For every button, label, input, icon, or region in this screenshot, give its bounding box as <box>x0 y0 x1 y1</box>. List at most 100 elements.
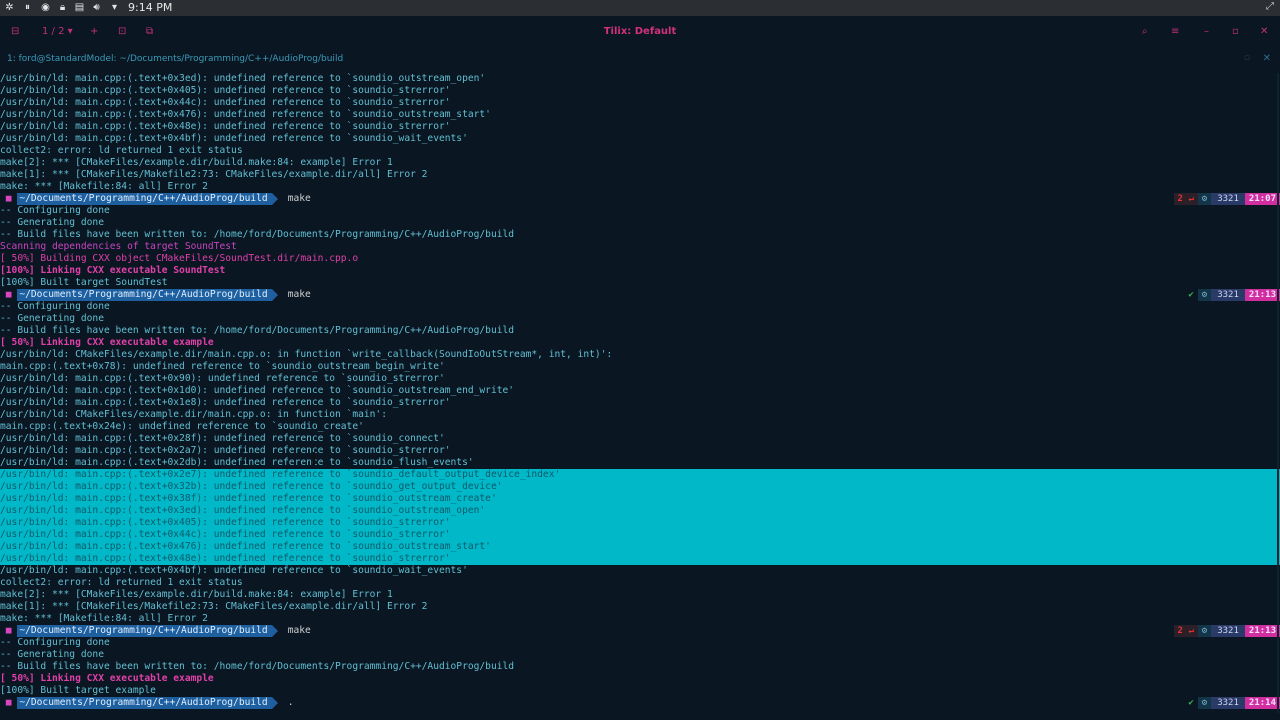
prompt-arrow-icon <box>271 697 278 709</box>
output-line: [ 50%] Building CXX object CMakeFiles/So… <box>0 253 359 264</box>
clock[interactable]: 9:14 PM <box>128 1 172 14</box>
gear-icon: ⚙ <box>1197 625 1212 637</box>
exit-status-ok: ✔ <box>1188 698 1194 708</box>
mouse-cursor <box>313 452 315 466</box>
prompt-user-icon: ■ <box>0 625 18 636</box>
selected-output-line: /usr/bin/ld: main.cpp:(.text+0x476): und… <box>0 541 1280 553</box>
prompt-time: 21:13 <box>1244 289 1280 301</box>
output-line: /usr/bin/ld: main.cpp:(.text+0x405): und… <box>0 85 451 96</box>
discord-icon[interactable]: ◉ <box>40 2 51 13</box>
prompt-user-icon: ■ <box>0 289 18 300</box>
terminal-output[interactable]: /usr/bin/ld: main.cpp:(.text+0x3ed): und… <box>0 73 1280 709</box>
exit-status-ok: ✔ <box>1188 290 1194 300</box>
right-prompt: 2 ↵ ⚙ 3321 21:13 <box>1173 625 1280 637</box>
gear-icon: ⚙ <box>1197 289 1212 301</box>
hamburger-icon[interactable]: ≡ <box>1171 26 1179 37</box>
selected-output-line: /usr/bin/ld: main.cpp:(.text+0x32b): und… <box>0 481 1280 493</box>
volume-icon[interactable]: 🔊︎ <box>91 2 102 13</box>
output-line: make[2]: *** [CMakeFiles/example.dir/bui… <box>0 157 393 168</box>
prompt-time: 21:14 <box>1244 697 1280 709</box>
gear-icon: ⚙ <box>1197 697 1212 709</box>
right-prompt: 2 ↵ ⚙ 3321 21:07 <box>1173 193 1280 205</box>
right-prompt: ✔ ⚙ 3321 21:13 <box>1184 289 1280 301</box>
output-line: main.cpp:(.text+0x78): undefined referen… <box>0 361 445 372</box>
output-line: /usr/bin/ld: main.cpp:(.text+0x1d0): und… <box>0 385 515 396</box>
prompt-arrow-icon <box>271 289 278 301</box>
output-line: -- Configuring done <box>0 301 110 312</box>
output-line: /usr/bin/ld: CMakeFiles/example.dir/main… <box>0 409 387 420</box>
output-line: -- Generating done <box>0 649 104 660</box>
output-line: /usr/bin/ld: main.cpp:(.text+0x1e8): und… <box>0 397 451 408</box>
output-line: [100%] Linking CXX executable SoundTest <box>0 265 226 276</box>
output-line: -- Generating done <box>0 217 104 228</box>
output-line: /usr/bin/ld: main.cpp:(.text+0x4bf): und… <box>0 565 468 576</box>
prompt-command: . <box>287 697 294 708</box>
output-line: /usr/bin/ld: main.cpp:(.text+0x48e): und… <box>0 121 451 132</box>
output-line: make[1]: *** [CMakeFiles/Makefile2:73: C… <box>0 169 428 180</box>
menu-icon[interactable]: ✲ <box>4 2 15 13</box>
close-icon[interactable]: ✕ <box>1260 26 1268 37</box>
prompt-path: ~/Documents/Programming/C++/AudioProg/bu… <box>17 193 272 205</box>
output-line: [100%] Built target SoundTest <box>0 277 168 288</box>
prompt-line: ■ ~/Documents/Programming/C++/AudioProg/… <box>0 697 1280 709</box>
output-line: /usr/bin/ld: main.cpp:(.text+0x44c): und… <box>0 97 451 108</box>
output-line: /usr/bin/ld: main.cpp:(.text+0x90): unde… <box>0 373 445 384</box>
selected-output-line: /usr/bin/ld: main.cpp:(.text+0x2e7): und… <box>0 469 1280 481</box>
selected-output-line: /usr/bin/ld: main.cpp:(.text+0x405): und… <box>0 517 1280 529</box>
prompt-arrow-icon <box>271 193 278 205</box>
selected-output-line: /usr/bin/ld: main.cpp:(.text+0x44c): und… <box>0 529 1280 541</box>
output-line: [100%] Built target example <box>0 685 156 696</box>
prompt-command: make <box>287 625 311 636</box>
maximize-icon[interactable]: ▫ <box>1232 26 1239 37</box>
tilix-titlebar: ⊟ 1 / 2 ▾ + ⊡ ⧉ Tilix: Default ⌕ ≡ – ▫ ✕ <box>0 16 1280 48</box>
session-title[interactable]: 1: ford@StandardModel: ~/Documents/Progr… <box>7 54 343 64</box>
output-line: -- Build files have been written to: /ho… <box>0 661 515 672</box>
selected-output-line: /usr/bin/ld: main.cpp:(.text+0x3ed): und… <box>0 505 1280 517</box>
lock-icon[interactable]: 🔒︎ <box>57 2 68 13</box>
terminal-session-bar: 1: ford@StandardModel: ~/Documents/Progr… <box>0 52 1280 68</box>
output-line: collect2: error: ld returned 1 exit stat… <box>0 145 243 156</box>
prompt-command: make <box>287 289 311 300</box>
gear-icon: ⚙ <box>1197 193 1212 205</box>
pause-icon[interactable]: ⏸ <box>22 2 33 13</box>
output-line: make[1]: *** [CMakeFiles/Makefile2:73: C… <box>0 601 428 612</box>
output-line: make: *** [Makefile:84: all] Error 2 <box>0 181 208 192</box>
terminal-scrollbar[interactable] <box>1277 73 1279 713</box>
window-title: Tilix: Default <box>603 26 677 37</box>
output-line: make[2]: *** [CMakeFiles/example.dir/bui… <box>0 589 393 600</box>
output-line: -- Generating done <box>0 313 104 324</box>
minimize-icon[interactable]: – <box>1204 26 1209 37</box>
output-line: -- Build files have been written to: /ho… <box>0 229 515 240</box>
exit-status-error: 2 ↵ <box>1173 625 1198 637</box>
output-line: /usr/bin/ld: main.cpp:(.text+0x2a7): und… <box>0 445 451 456</box>
prompt-time: 21:07 <box>1244 193 1280 205</box>
output-line: [ 50%] Linking CXX executable example <box>0 673 214 684</box>
prompt-line: ■ ~/Documents/Programming/C++/AudioProg/… <box>0 193 1280 205</box>
output-line: /usr/bin/ld: main.cpp:(.text+0x476): und… <box>0 109 491 120</box>
prompt-path: ~/Documents/Programming/C++/AudioProg/bu… <box>17 289 272 301</box>
prompt-path: ~/Documents/Programming/C++/AudioProg/bu… <box>17 625 272 637</box>
prompt-user-icon: ■ <box>0 697 18 708</box>
output-line: -- Configuring done <box>0 637 110 648</box>
session-close-icon[interactable]: ✕ <box>1263 53 1271 64</box>
expand-icon[interactable]: ⤢ <box>1266 1 1274 12</box>
clipboard-icon[interactable]: ▤ <box>74 2 85 13</box>
history-number: 3321 <box>1211 289 1245 301</box>
selected-output-line: /usr/bin/ld: main.cpp:(.text+0x38f): und… <box>0 493 1280 505</box>
output-line: -- Configuring done <box>0 205 110 216</box>
prompt-line: ■ ~/Documents/Programming/C++/AudioProg/… <box>0 625 1280 637</box>
system-top-bar: ✲ ⏸ ◉ 🔒︎ ▤ 🔊︎ ▾ 9:14 PM ⤢ <box>0 0 1280 16</box>
dropdown-icon[interactable]: ▾ <box>109 2 120 13</box>
history-number: 3321 <box>1211 625 1245 637</box>
history-number: 3321 <box>1211 697 1245 709</box>
restore-icon[interactable]: ▫ <box>1244 53 1250 63</box>
prompt-user-icon: ■ <box>0 193 18 204</box>
output-line: [ 50%] Linking CXX executable example <box>0 337 214 348</box>
search-icon[interactable]: ⌕ <box>1142 26 1148 37</box>
prompt-arrow-icon <box>271 625 278 637</box>
output-line: /usr/bin/ld: main.cpp:(.text+0x28f): und… <box>0 433 445 444</box>
output-line: /usr/bin/ld: main.cpp:(.text+0x3ed): und… <box>0 73 486 84</box>
output-line: /usr/bin/ld: CMakeFiles/example.dir/main… <box>0 349 613 360</box>
prompt-path: ~/Documents/Programming/C++/AudioProg/bu… <box>17 697 272 709</box>
selected-output-line: /usr/bin/ld: main.cpp:(.text+0x48e): und… <box>0 553 1280 565</box>
